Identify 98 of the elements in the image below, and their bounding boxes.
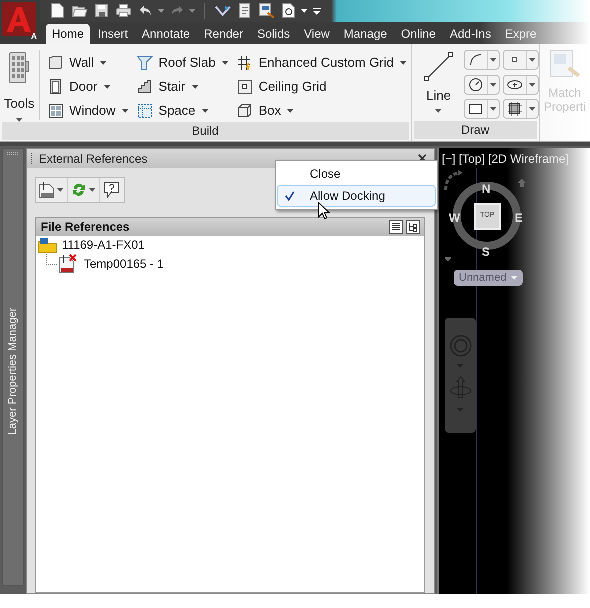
tree-item[interactable]: 11169-A1-FX01 [36,236,424,254]
caret-icon [529,107,536,112]
grip-icon [30,152,33,164]
help-icon [104,182,120,198]
side-tab[interactable]: Layer Properties Manager [2,148,24,586]
line-button[interactable]: Line [418,48,460,121]
tree-connector [46,254,58,266]
ribbon-button[interactable]: Space [136,100,233,122]
caret-icon [122,109,129,113]
tools-button[interactable]: Tools [0,48,39,122]
ribbon-button[interactable]: Ceiling Grid [236,76,411,98]
missing-pdf-icon [58,254,78,274]
compass-south: S [482,244,490,261]
caret-icon [445,256,451,261]
ribbon-tab[interactable]: View [298,24,336,44]
caret-icon [490,58,497,62]
panel-title: Build [2,122,409,140]
steering-wheel-icon [448,334,472,358]
grid-icon [236,55,253,71]
caret-icon [490,82,497,87]
home-icon [517,178,527,188]
section-header: File References [41,219,130,236]
point-icon [512,57,518,63]
caret-icon [202,109,209,113]
caret-icon [400,61,407,65]
wall-icon [48,55,64,71]
arc-icon [468,53,483,67]
ribbon-tab[interactable]: Render [198,24,250,44]
tree-item[interactable]: Temp00165 - 1 [58,254,164,274]
caret-icon [104,85,111,89]
caret-icon [89,188,96,192]
caret-icon [222,61,229,65]
hatch-icon [508,102,522,116]
caret-icon [287,109,294,113]
ribbon-button[interactable]: Wall [48,52,133,74]
split-button[interactable] [503,50,540,70]
caret-icon [510,276,518,280]
brush-icon [549,50,581,78]
caret-icon [192,85,199,89]
split-button[interactable] [464,50,500,70]
ribbon-tab[interactable]: Online [395,24,442,44]
publish-icon[interactable] [257,2,277,20]
application-menu-button[interactable]: A [0,0,40,44]
ribbon-button[interactable]: Roof Slab [136,52,233,74]
caret-icon [158,9,165,13]
menu-item[interactable]: Close [277,163,436,185]
refresh-icon [71,182,87,198]
caret-icon [435,108,442,112]
panel-title: Draw [414,121,537,139]
caret-icon [189,9,196,13]
door-icon [48,79,64,95]
building-icon [8,52,30,84]
caret-icon [57,188,64,192]
stair-icon [136,79,153,95]
ribbon-button[interactable]: Stair [136,76,233,98]
grip-icon [6,152,20,156]
check-icon [285,191,295,201]
ribbon-button[interactable]: Door [48,76,133,98]
dropdown-icon [313,8,321,14]
split-button[interactable] [464,99,500,120]
space-icon [136,103,153,119]
ribbon-tab[interactable]: Annotate [136,24,196,44]
split-button[interactable] [503,74,540,95]
caret-icon [529,82,536,87]
menu-item[interactable]: Allow Docking [277,185,436,207]
split-button[interactable] [503,99,540,120]
app-menu-letter: A [31,31,37,43]
ribbon-button[interactable]: Window [48,100,133,122]
ribbon-tab[interactable]: Home [46,24,90,44]
circle-icon [468,78,483,92]
ribbon-tab[interactable]: Solids [251,24,296,44]
ribbon-tab[interactable]: Add-Ins [444,24,498,44]
caret-icon [301,9,308,13]
ribbon-button[interactable]: Enhanced Custom Grid [236,52,411,74]
tree-view-button[interactable] [406,220,420,234]
ellipse-icon [507,80,524,90]
palette-title: External References [39,150,148,168]
list-icon [391,222,401,232]
box-icon [236,103,253,119]
dwg-file-icon [39,181,55,199]
caret-icon [100,61,108,65]
ribbon-tab[interactable]: Insert [92,24,134,44]
caret-icon [529,58,536,62]
print-icon[interactable] [114,2,134,20]
window-icon [48,103,64,119]
caret-icon [490,107,497,112]
list-view-button[interactable] [389,220,403,234]
roof-slab-icon [136,55,153,71]
rectangle-icon [468,103,483,116]
rotate-arrow-icon [443,170,465,192]
ribbon-button[interactable]: Box [236,100,411,122]
line-icon [424,52,454,82]
ceiling-grid-icon [236,79,253,95]
folder-icon [38,236,58,254]
ribbon-tab[interactable]: Manage [338,24,394,44]
split-button[interactable] [464,74,500,95]
tree-icon [408,222,418,232]
compass-east: E [515,210,524,227]
